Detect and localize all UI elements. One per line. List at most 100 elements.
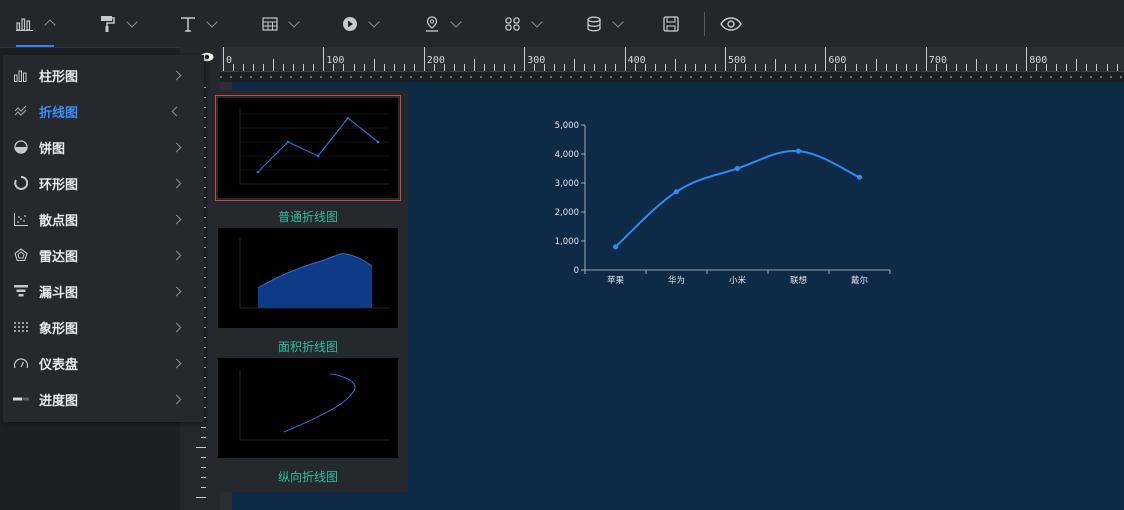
thumbnail-area-line[interactable] bbox=[218, 228, 398, 328]
ruler-tick bbox=[674, 59, 676, 71]
menu-item-label: 环形图 bbox=[39, 177, 79, 193]
menu-item-scatter[interactable]: 散点图 bbox=[3, 201, 204, 237]
ruler-label: 600 bbox=[828, 55, 847, 66]
x-tick-label: 小米 bbox=[729, 275, 747, 286]
ruler-tick bbox=[263, 64, 265, 71]
chevron-right-icon bbox=[171, 214, 182, 225]
chevron-left-icon bbox=[171, 106, 182, 117]
ruler-tick bbox=[1096, 64, 1098, 71]
ruler-tick bbox=[925, 47, 927, 71]
chevron-right-icon bbox=[171, 322, 182, 333]
menu-item-funnel[interactable]: 漏斗图 bbox=[3, 273, 204, 309]
menu-item-pictorial[interactable]: 象形图 bbox=[3, 309, 204, 345]
x-tick-label: 苹果 bbox=[607, 275, 625, 286]
menu-item-label: 柱形图 bbox=[39, 69, 79, 85]
save-button[interactable] bbox=[663, 0, 679, 47]
ruler-tick bbox=[201, 487, 206, 488]
ruler-label: 800 bbox=[1029, 55, 1048, 66]
menu-item-ring[interactable]: 环形图 bbox=[3, 165, 204, 201]
series-line bbox=[614, 150, 860, 248]
media-menu-toggle[interactable] bbox=[342, 0, 380, 47]
menu-item-progress[interactable]: 进度图 bbox=[3, 381, 204, 417]
menu-item-label: 漏斗图 bbox=[39, 285, 79, 301]
chevron-right-icon bbox=[171, 70, 182, 81]
top-toolbar bbox=[0, 0, 1124, 48]
progress-icon bbox=[13, 391, 29, 407]
menu-item-bar[interactable]: 柱形图 bbox=[3, 57, 204, 93]
x-tick-label: 戴尔 bbox=[851, 275, 869, 286]
thumbnail-vertical-line[interactable] bbox=[218, 358, 398, 458]
text-menu-toggle[interactable] bbox=[180, 0, 218, 47]
thumbnail-label[interactable]: 普通折线图 bbox=[208, 208, 408, 225]
ruler-tick bbox=[201, 437, 206, 438]
menu-item-label: 散点图 bbox=[39, 213, 79, 229]
chevron-up-icon bbox=[44, 18, 56, 31]
ruler-guide-dots bbox=[220, 72, 1124, 82]
thumbnail-label[interactable]: 纵向折线图 bbox=[208, 468, 408, 485]
thumbnail-label[interactable]: 面积折线图 bbox=[208, 338, 408, 355]
ruler-tick bbox=[413, 64, 415, 71]
components-icon bbox=[505, 16, 520, 31]
ruler-tick bbox=[584, 64, 586, 71]
save-icon bbox=[663, 15, 679, 32]
ruler-tick bbox=[714, 64, 716, 71]
line-chart-widget[interactable]: 0 1,000 2,000 3,000 4,000 5,000 苹果 华为 小米 联想 戴尔 bbox=[550, 110, 910, 295]
ruler-label: 100 bbox=[326, 55, 345, 66]
chevron-down-icon bbox=[368, 15, 380, 28]
menu-item-label: 仪表盘 bbox=[39, 357, 79, 373]
ruler-tick bbox=[323, 47, 325, 71]
text-icon bbox=[181, 16, 195, 32]
ruler-tick bbox=[775, 59, 777, 71]
thumbnail-basic-line[interactable] bbox=[215, 95, 401, 201]
style-menu-toggle[interactable] bbox=[100, 0, 138, 47]
ruler-tick bbox=[1056, 64, 1058, 71]
ruler-tick bbox=[855, 64, 857, 71]
thumbnail-vertical-line-preview bbox=[239, 370, 390, 441]
chevron-down-icon bbox=[612, 15, 624, 28]
gauge-icon bbox=[13, 355, 29, 371]
menu-item-pie[interactable]: 饼图 bbox=[3, 129, 204, 165]
ruler-tick bbox=[313, 64, 315, 71]
ruler-tick bbox=[865, 64, 867, 71]
ruler-tick bbox=[765, 64, 767, 71]
menu-item-label: 进度图 bbox=[39, 393, 79, 409]
ruler-tick bbox=[283, 64, 285, 71]
ruler-tick bbox=[1006, 64, 1008, 71]
ruler-tick bbox=[196, 447, 206, 448]
ruler-tick bbox=[905, 64, 907, 71]
ruler-tick bbox=[564, 64, 566, 71]
pictorial-chart-icon bbox=[13, 319, 29, 335]
components-menu-toggle[interactable] bbox=[505, 0, 543, 47]
ruler-tick bbox=[1026, 47, 1028, 71]
chart-menu-toggle[interactable] bbox=[16, 0, 56, 47]
ruler-tick bbox=[463, 64, 465, 71]
ruler-tick bbox=[353, 64, 355, 71]
ruler-label: 300 bbox=[527, 55, 546, 66]
ruler-tick bbox=[514, 64, 516, 71]
data-menu-toggle[interactable] bbox=[586, 0, 624, 47]
map-menu-toggle[interactable] bbox=[424, 0, 462, 47]
ruler-tick bbox=[755, 64, 757, 71]
data-point bbox=[612, 244, 619, 250]
table-menu-toggle[interactable] bbox=[262, 0, 300, 47]
chevron-down-icon bbox=[206, 15, 218, 28]
media-play-icon bbox=[343, 16, 357, 31]
preview-button[interactable] bbox=[720, 0, 742, 47]
ruler-tick bbox=[201, 457, 206, 458]
chevron-right-icon bbox=[171, 358, 182, 369]
ruler-label: 400 bbox=[627, 55, 646, 66]
ruler-tick bbox=[986, 64, 988, 71]
ruler-tick bbox=[1016, 64, 1018, 71]
bar-chart-icon bbox=[16, 17, 33, 31]
scatter-chart-icon bbox=[13, 211, 29, 227]
ruler-tick bbox=[624, 47, 626, 71]
thumbnail-area-line-preview bbox=[239, 238, 390, 309]
ruler-tick bbox=[494, 64, 496, 71]
chevron-down-icon bbox=[126, 15, 138, 28]
ruler-tick bbox=[273, 59, 275, 71]
ruler-label: 700 bbox=[928, 55, 947, 66]
chevron-down-icon bbox=[450, 15, 462, 28]
menu-item-gauge[interactable]: 仪表盘 bbox=[3, 345, 204, 381]
menu-item-line[interactable]: 折线图 bbox=[3, 93, 204, 129]
menu-item-radar[interactable]: 雷达图 bbox=[3, 237, 204, 273]
